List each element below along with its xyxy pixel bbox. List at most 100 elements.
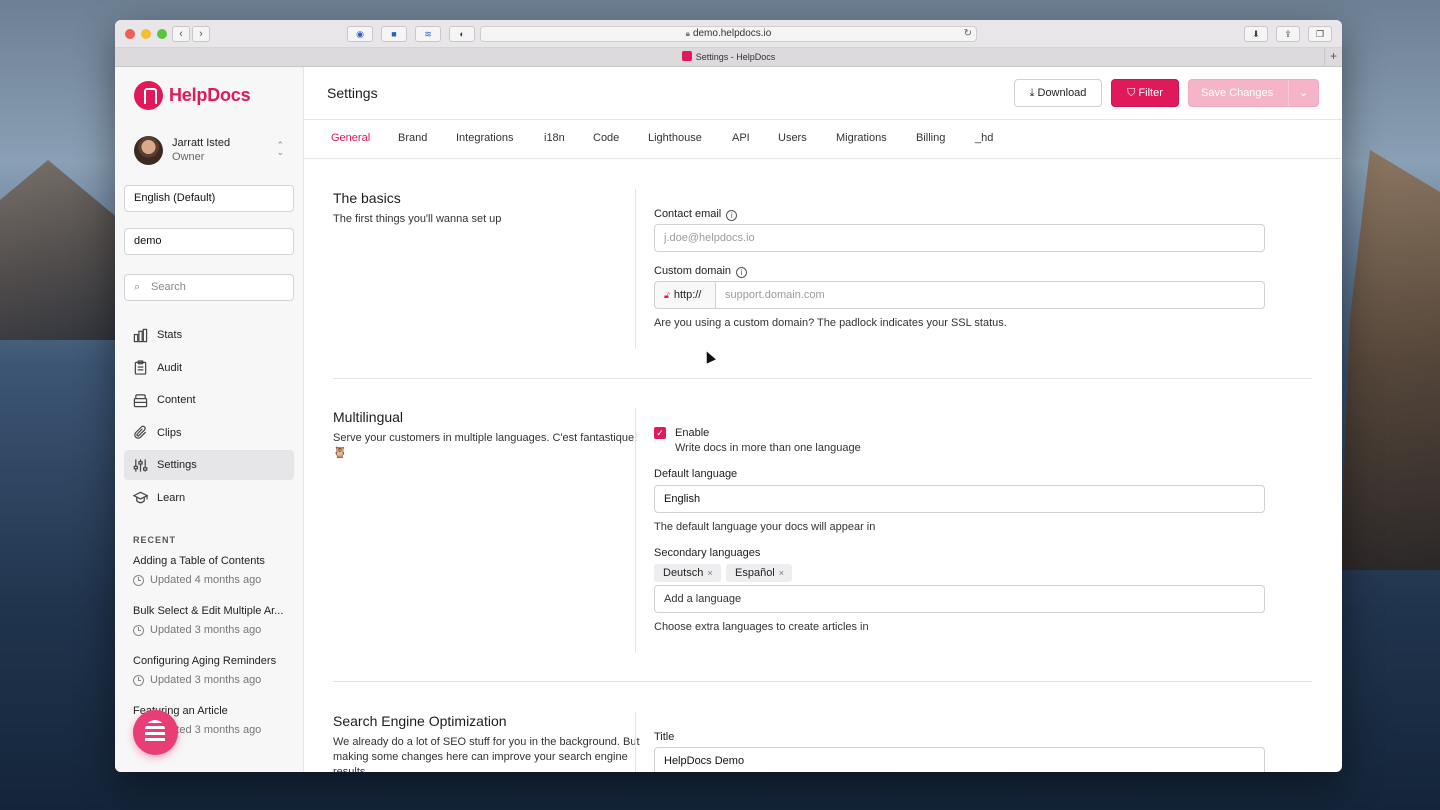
language-select[interactable]: English (Default) <box>124 185 294 212</box>
sidebar-item-label: Content <box>157 394 196 406</box>
graduation-cap-icon <box>132 490 148 506</box>
secondary-languages-help: Choose extra languages to create article… <box>654 621 869 633</box>
enable-help: Write docs in more than one language <box>675 442 861 454</box>
save-label: Save Changes <box>1201 87 1274 99</box>
new-tab-button[interactable]: + <box>1324 48 1342 66</box>
window-controls <box>125 29 167 39</box>
tab-api[interactable]: API <box>732 132 750 144</box>
browser-window: ‹ › ◉ ■ ≋ ◐ 🔒︎ demo.helpdocs.io ↻ ⬇ ⇪ ❐ S… <box>115 20 1342 772</box>
sidebar: HelpDocs Jarratt Isted Owner ⌃ ⌄ English … <box>115 67 304 772</box>
sidebar-search-input[interactable]: ⌕ Search <box>124 274 294 301</box>
enable-label: Enable <box>675 427 710 439</box>
tab-billing[interactable]: Billing <box>916 132 945 144</box>
clock-icon <box>133 674 144 686</box>
tab-general[interactable]: General <box>331 132 370 144</box>
chip-label: Deutsch <box>663 567 704 579</box>
seo-title-label: Title <box>654 731 675 743</box>
info-icon[interactable]: i <box>736 267 748 278</box>
default-language-help: The default language your docs will appe… <box>654 521 876 533</box>
helpdocs-logo[interactable]: HelpDocs <box>134 81 251 110</box>
close-window-button[interactable] <box>125 29 135 39</box>
tab-integrations[interactable]: Integrations <box>456 132 513 144</box>
tab-brand[interactable]: Brand <box>398 132 427 144</box>
recent-item-updated: Updated 4 months ago <box>150 574 262 586</box>
paperclip-icon <box>132 425 148 441</box>
tab-lighthouse[interactable]: Lighthouse <box>648 132 702 144</box>
helpdocs-logo-icon <box>134 81 163 110</box>
recent-heading: RECENT <box>133 535 177 545</box>
language-chip-deutsch: Deutsch × <box>654 564 721 582</box>
recent-item-updated: Updated 3 months ago <box>150 624 262 636</box>
filter-button[interactable]: ⛉ Filter <box>1111 79 1179 107</box>
sidebar-item-label: Clips <box>157 426 182 439</box>
language-chip-espanol: Español × <box>726 564 793 582</box>
recent-item[interactable]: Bulk Select & Edit Multiple Ar... Update… <box>133 605 293 655</box>
seo-title-input[interactable]: HelpDocs Demo <box>654 747 1265 772</box>
account-switcher[interactable]: Jarratt Isted Owner ⌃ ⌄ <box>134 135 284 165</box>
extension-privacy-icon[interactable]: ◐ <box>449 26 475 42</box>
tab-users[interactable]: Users <box>778 132 807 144</box>
sidebar-item-learn[interactable]: Learn <box>124 483 294 513</box>
workspace-select[interactable]: demo <box>124 228 294 255</box>
custom-domain-help: Are you using a custom domain? The padlo… <box>654 317 1007 329</box>
secondary-languages-label: Secondary languages <box>654 547 761 559</box>
enable-multilingual-checkbox[interactable]: ✓ <box>654 427 666 439</box>
contact-email-label-text: Contact email <box>654 208 722 220</box>
extension-1password-icon[interactable]: ◉ <box>347 26 373 42</box>
chip-label: Español <box>735 567 775 579</box>
extension-calendar-icon[interactable]: ■ <box>381 26 407 42</box>
mouse-cursor <box>702 349 716 364</box>
tabs-overview-icon[interactable]: ❐ <box>1308 26 1332 42</box>
desktop-wallpaper-rock-left <box>0 160 120 340</box>
share-icon[interactable]: ⇪ <box>1276 26 1300 42</box>
browser-tab-title: Settings - HelpDocs <box>695 52 776 62</box>
download-button[interactable]: ⤓ Download <box>1014 79 1102 107</box>
tab-i18n[interactable]: i18n <box>544 132 565 144</box>
chevron-down-icon[interactable]: ⌄ <box>1288 80 1318 106</box>
bar-chart-icon <box>132 327 148 343</box>
sidebar-item-stats[interactable]: Stats <box>124 320 294 350</box>
page-header: Settings ⤓ Download ⛉ Filter Save Change… <box>304 67 1342 120</box>
section-divider-vertical <box>635 189 636 349</box>
forward-button[interactable]: › <box>192 26 210 42</box>
basics-description: The first things you'll wanna set up <box>333 213 502 225</box>
extension-buffer-icon[interactable]: ≋ <box>415 26 441 42</box>
tab-migrations[interactable]: Migrations <box>836 132 887 144</box>
minimize-window-button[interactable] <box>141 29 151 39</box>
add-language-input[interactable]: Add a language <box>654 585 1265 613</box>
clock-icon <box>133 574 144 586</box>
remove-chip-icon[interactable]: × <box>779 568 784 578</box>
multilingual-title: Multilingual <box>333 409 404 425</box>
zoom-window-button[interactable] <box>157 29 167 39</box>
address-bar[interactable]: 🔒︎ demo.helpdocs.io ↻ <box>480 26 977 42</box>
recent-item[interactable]: Configuring Aging Reminders Updated 3 mo… <box>133 655 293 705</box>
sidebar-item-content[interactable]: Content <box>124 385 294 415</box>
browser-titlebar: ‹ › ◉ ■ ≋ ◐ 🔒︎ demo.helpdocs.io ↻ ⬇ ⇪ ❐ <box>115 20 1342 48</box>
tab-hd[interactable]: _hd <box>975 132 993 144</box>
sidebar-item-clips[interactable]: Clips <box>124 418 294 448</box>
save-changes-button[interactable]: Save Changes ⌄ <box>1188 79 1319 107</box>
recent-item[interactable]: Adding a Table of Contents Updated 4 mon… <box>133 555 293 605</box>
custom-domain-label: Custom domain i <box>654 265 748 278</box>
sidebar-item-audit[interactable]: Audit <box>124 353 294 383</box>
remove-chip-icon[interactable]: × <box>707 568 712 578</box>
search-icon: ⌕ <box>134 281 141 293</box>
default-language-select[interactable]: English <box>654 485 1265 513</box>
contact-email-input[interactable]: j.doe@helpdocs.io <box>654 224 1265 252</box>
sidebar-item-settings[interactable]: Settings <box>124 450 294 480</box>
custom-domain-input[interactable]: support.domain.com <box>715 281 1265 309</box>
downloads-icon[interactable]: ⬇ <box>1244 26 1268 42</box>
section-divider <box>333 681 1312 682</box>
browser-tab[interactable]: Settings - HelpDocs + <box>115 48 1342 67</box>
reload-icon[interactable]: ↻ <box>964 27 972 41</box>
default-language-label: Default language <box>654 468 738 480</box>
download-icon: ⤓ <box>1029 87 1038 99</box>
page-title: Settings <box>327 85 378 101</box>
tab-code[interactable]: Code <box>593 132 619 144</box>
help-widget-button[interactable] <box>133 710 178 755</box>
back-button[interactable]: ‹ <box>172 26 190 42</box>
section-divider-vertical <box>635 712 636 772</box>
settings-tabs: General Brand Integrations i18n Code Lig… <box>304 120 1342 159</box>
info-icon[interactable]: i <box>726 210 738 221</box>
basics-title: The basics <box>333 190 401 206</box>
